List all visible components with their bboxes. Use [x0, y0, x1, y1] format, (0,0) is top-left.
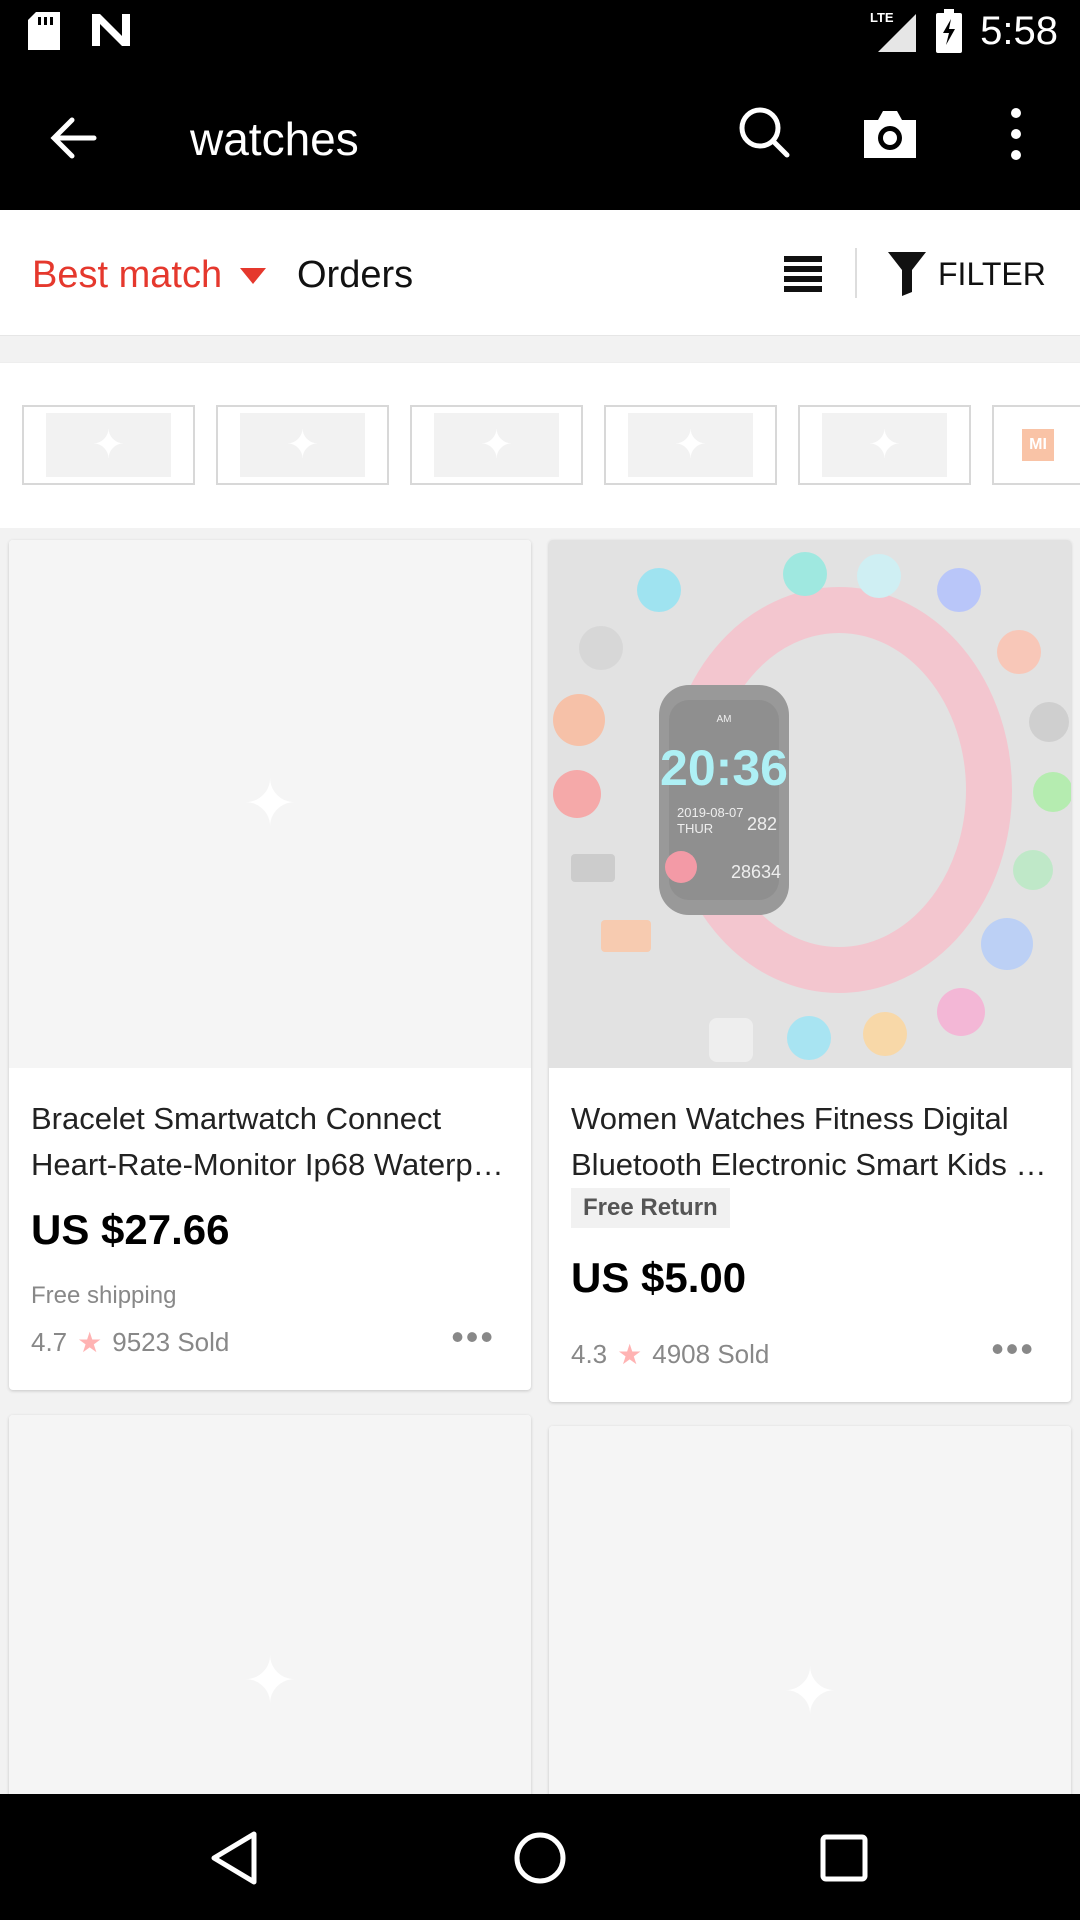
list-view-icon[interactable] [784, 254, 822, 294]
product-card[interactable]: ✦ Bracelet Smartwatch Connect Heart-Rate… [9, 540, 531, 1390]
placeholder-sparkle-icon: ✦ [243, 767, 297, 840]
brand-tile[interactable]: ✦ [798, 405, 971, 485]
rating-value: 4.3 [571, 1339, 608, 1369]
filter-funnel-icon [888, 252, 926, 296]
product-card[interactable]: AM 20:36 2019-08-07 THUR 282 28634 Women… [549, 540, 1071, 1402]
brand-tile[interactable]: ✦ [22, 405, 195, 485]
more-dots-icon[interactable]: ••• [451, 1316, 495, 1358]
star-icon: ★ [77, 1327, 103, 1358]
search-query-title[interactable]: watches [190, 112, 359, 166]
placeholder-sparkle-icon: ✦ [243, 1644, 297, 1717]
star-icon: ★ [617, 1339, 643, 1370]
app-bar: watches [0, 64, 1080, 210]
filter-label: FILTER [938, 255, 1046, 292]
brand-tile[interactable]: ✦ [216, 405, 389, 485]
brand-tile[interactable]: ✦ [604, 405, 777, 485]
product-rating: 4.3 ★ 4908 Sold [571, 1338, 769, 1371]
best-match-sort[interactable]: Best match [32, 254, 267, 297]
product-price: US $27.66 [31, 1206, 230, 1253]
sold-count: 4908 Sold [652, 1339, 770, 1369]
divider [855, 248, 857, 298]
nav-back-icon[interactable] [206, 1828, 266, 1888]
clock: 5:58 [980, 8, 1058, 53]
filter-button[interactable]: FILTER [888, 252, 1046, 296]
brand-strip: ✦ ✦ ✦ ✦ ✦ MI [0, 362, 1080, 528]
svg-text:28634: 28634 [731, 862, 781, 882]
placeholder-sparkle-icon: ✦ [867, 423, 902, 467]
nav-recents-icon[interactable] [814, 1828, 874, 1888]
product-title: Women Watches Fitness Digital Bluetooth … [571, 1101, 1047, 1182]
product-image: AM 20:36 2019-08-07 THUR 282 28634 [549, 540, 1071, 1068]
sort-bar: Best match Orders FILTER [0, 210, 1080, 336]
best-match-label: Best match [32, 254, 223, 296]
search-icon[interactable] [736, 104, 792, 160]
shipping-info: Free shipping [31, 1282, 177, 1309]
svg-text:LTE: LTE [870, 10, 894, 25]
smartwatch-image: AM 20:36 2019-08-07 THUR 282 28634 [549, 540, 1071, 1068]
battery-charging-icon [936, 9, 963, 53]
product-price: US $5.00 [571, 1254, 747, 1301]
svg-text:282: 282 [747, 814, 777, 834]
xiaomi-logo: MI [1022, 429, 1054, 461]
product-card[interactable]: ✦ [549, 1426, 1071, 1846]
camera-icon[interactable] [860, 106, 920, 162]
product-card[interactable]: ✦ [9, 1415, 531, 1835]
placeholder-sparkle-icon: ✦ [91, 423, 126, 467]
nav-home-icon[interactable] [510, 1828, 570, 1888]
svg-text:2019-08-07: 2019-08-07 [677, 805, 744, 820]
product-image-placeholder: ✦ [549, 1426, 1071, 1846]
product-image-placeholder: ✦ [9, 1415, 531, 1835]
n-notification-icon [92, 14, 130, 46]
svg-text:AM: AM [717, 714, 732, 725]
svg-text:THUR: THUR [677, 821, 713, 836]
product-title: Bracelet Smartwatch Connect Heart-Rate-M… [31, 1101, 511, 1182]
product-rating: 4.7 ★ 9523 Sold [31, 1326, 229, 1359]
placeholder-sparkle-icon: ✦ [479, 423, 514, 467]
more-dots-icon[interactable]: ••• [991, 1328, 1035, 1370]
placeholder-sparkle-icon: ✦ [673, 423, 708, 467]
svg-text:20:36: 20:36 [660, 740, 788, 796]
status-bar: LTE 5:58 [0, 0, 1080, 64]
system-nav-bar [0, 1794, 1080, 1920]
brand-tile[interactable]: ✦ [410, 405, 583, 485]
chevron-down-icon [240, 267, 267, 284]
sd-card-icon [28, 12, 60, 50]
more-options-icon[interactable] [996, 104, 1036, 164]
back-arrow-icon[interactable] [44, 108, 104, 168]
placeholder-sparkle-icon: ✦ [783, 1655, 837, 1728]
placeholder-sparkle-icon: ✦ [285, 423, 320, 467]
lte-signal-icon: LTE [870, 10, 917, 52]
orders-sort[interactable]: Orders [297, 254, 413, 297]
product-image-placeholder: ✦ [9, 540, 531, 1068]
brand-tile-xiaomi[interactable]: MI [992, 405, 1080, 485]
rating-value: 4.7 [31, 1327, 68, 1357]
free-return-badge: Free Return [571, 1188, 730, 1228]
sold-count: 9523 Sold [112, 1327, 230, 1357]
